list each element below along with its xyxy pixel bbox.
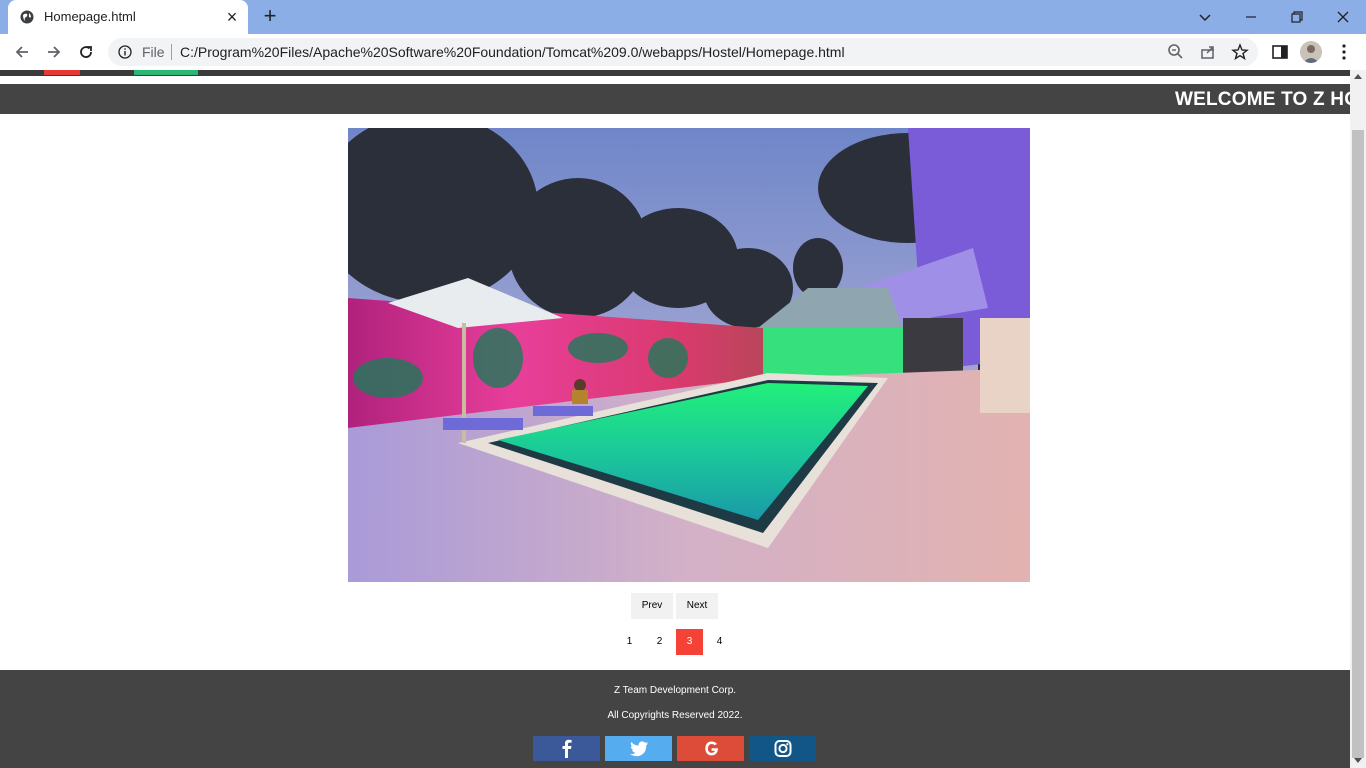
- url-text[interactable]: C:/Program%20Files/Apache%20Software%20F…: [180, 44, 845, 60]
- scroll-down-arrow-icon[interactable]: [1354, 758, 1362, 763]
- new-tab-icon[interactable]: +: [260, 5, 280, 27]
- browser-toolbar: File C:/Program%20Files/Apache%20Softwar…: [0, 34, 1366, 70]
- info-icon[interactable]: [118, 45, 132, 59]
- slide-dot[interactable]: 1: [616, 629, 643, 655]
- web-page: WELCOME TO Z HO Prev Next 1 2 3 4 Z Team…: [0, 70, 1350, 768]
- reload-icon[interactable]: [76, 42, 96, 62]
- welcome-banner: WELCOME TO Z HO: [0, 84, 1350, 114]
- browser-tab[interactable]: Homepage.html ×: [8, 0, 248, 34]
- share-icon[interactable]: [1198, 42, 1218, 62]
- url-separator: [171, 44, 172, 60]
- footer-copyright: All Copyrights Reserved 2022.: [607, 710, 743, 721]
- twitter-icon: [629, 741, 648, 757]
- globe-icon: [20, 10, 34, 24]
- page-footer: Z Team Development Corp. All Copyrights …: [0, 670, 1350, 768]
- bookmark-star-icon[interactable]: [1230, 42, 1250, 62]
- top-navigation-bar: [0, 70, 1350, 76]
- banner-marquee-text: WELCOME TO Z HO: [1175, 89, 1350, 110]
- prev-button[interactable]: Prev: [631, 593, 673, 619]
- nav-item-highlight[interactable]: [44, 70, 80, 75]
- footer-company: Z Team Development Corp.: [613, 685, 737, 696]
- instagram-icon: [774, 740, 791, 757]
- nav-item-active[interactable]: [134, 70, 198, 75]
- zoom-icon[interactable]: [1166, 42, 1186, 62]
- page-scrollbar[interactable]: [1350, 70, 1366, 768]
- slide-dot[interactable]: 2: [646, 629, 673, 655]
- tab-title: Homepage.html: [44, 9, 136, 24]
- scrollbar-thumb[interactable]: [1352, 130, 1364, 758]
- close-tab-icon[interactable]: ×: [223, 8, 241, 26]
- restore-icon[interactable]: [1286, 6, 1308, 28]
- instagram-button[interactable]: [749, 736, 816, 761]
- slide-dot[interactable]: 4: [706, 629, 733, 655]
- address-bar[interactable]: File C:/Program%20Files/Apache%20Softwar…: [108, 38, 1258, 66]
- menu-dots-icon[interactable]: [1334, 42, 1354, 62]
- facebook-button[interactable]: [533, 736, 600, 761]
- twitter-button[interactable]: [605, 736, 672, 761]
- scroll-up-arrow-icon[interactable]: [1354, 74, 1362, 79]
- next-button[interactable]: Next: [676, 593, 718, 619]
- tab-search-icon[interactable]: [1194, 6, 1216, 28]
- back-arrow-icon[interactable]: [12, 42, 32, 62]
- profile-avatar[interactable]: [1300, 41, 1322, 63]
- pool-photo: [348, 128, 1030, 582]
- google-icon: [704, 741, 718, 756]
- facebook-icon: [562, 739, 572, 758]
- slide-dot-active[interactable]: 3: [676, 629, 703, 655]
- close-window-icon[interactable]: [1332, 6, 1354, 28]
- slideshow-image: [348, 128, 1030, 582]
- url-scheme-label: File: [142, 44, 165, 60]
- browser-tabstrip: Homepage.html × +: [0, 0, 1366, 34]
- google-button[interactable]: [677, 736, 744, 761]
- side-panel-icon[interactable]: [1270, 42, 1290, 62]
- forward-arrow-icon[interactable]: [44, 42, 64, 62]
- minimize-icon[interactable]: [1240, 6, 1262, 28]
